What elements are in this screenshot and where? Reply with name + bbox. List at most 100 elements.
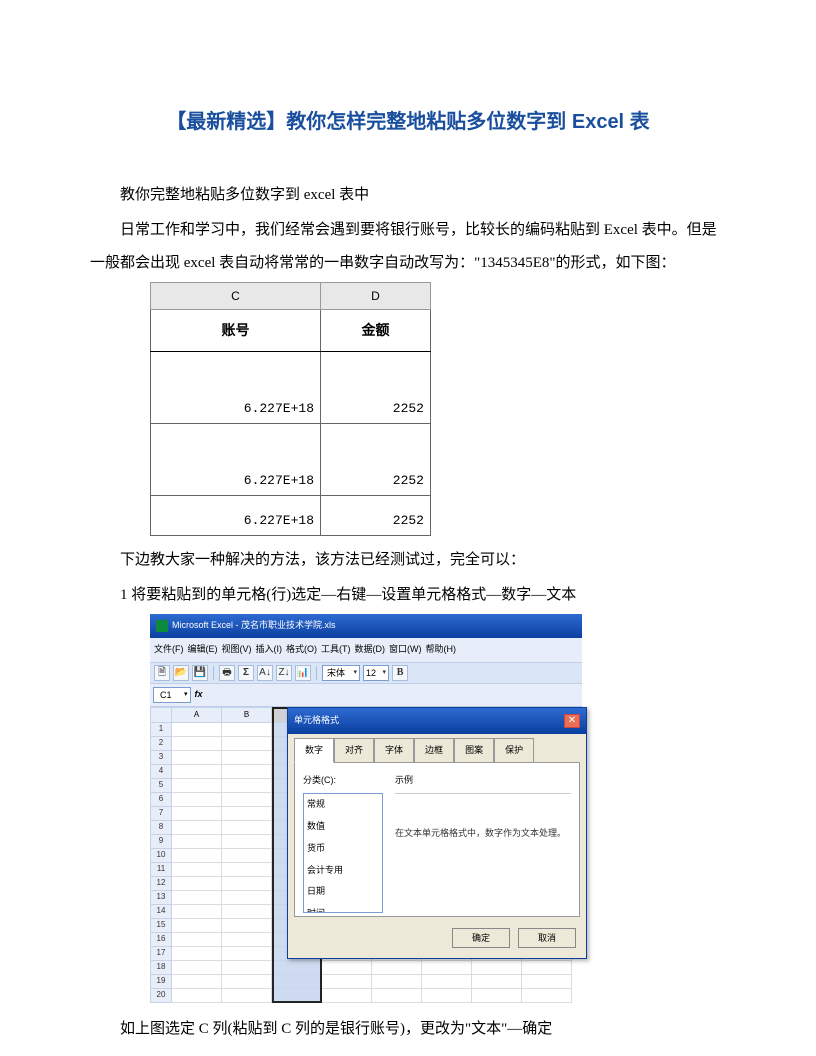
tab-border[interactable]: 边框	[414, 738, 454, 764]
select-all-corner[interactable]	[150, 707, 172, 723]
col-a[interactable]: A	[172, 707, 222, 723]
menu-item[interactable]: 窗口(W)	[389, 640, 422, 660]
cell[interactable]	[422, 975, 472, 989]
cell[interactable]	[222, 849, 272, 863]
cell[interactable]	[172, 793, 222, 807]
menu-item[interactable]: 编辑(E)	[188, 640, 218, 660]
tab-pattern[interactable]: 图案	[454, 738, 494, 764]
font-name-combo[interactable]: 宋体	[322, 665, 360, 681]
row-header[interactable]: 18	[150, 961, 172, 975]
cell[interactable]	[222, 905, 272, 919]
cell[interactable]	[172, 807, 222, 821]
close-icon[interactable]: ✕	[564, 714, 580, 728]
excel-formula-bar[interactable]: C1 fx	[150, 684, 582, 707]
row-header[interactable]: 17	[150, 947, 172, 961]
cell[interactable]	[172, 723, 222, 737]
excel-toolbar[interactable]: 🗎 📂 💾 🖶 Σ A↓ Z↓ 📊 宋体 12 B	[150, 663, 582, 684]
cancel-button[interactable]: 取消	[518, 928, 576, 948]
menu-item[interactable]: 数据(D)	[355, 640, 386, 660]
name-box[interactable]: C1	[153, 687, 191, 703]
menu-item[interactable]: 工具(T)	[321, 640, 351, 660]
row-header[interactable]: 20	[150, 989, 172, 1003]
menu-item[interactable]: 格式(O)	[286, 640, 317, 660]
row-header[interactable]: 12	[150, 877, 172, 891]
cell[interactable]	[172, 975, 222, 989]
cell[interactable]	[172, 961, 222, 975]
cell[interactable]	[222, 793, 272, 807]
cell[interactable]	[172, 905, 222, 919]
cell[interactable]	[172, 849, 222, 863]
row-header[interactable]: 2	[150, 737, 172, 751]
category-item[interactable]: 货币	[304, 838, 382, 860]
row-header[interactable]: 15	[150, 919, 172, 933]
cell[interactable]	[222, 891, 272, 905]
row-header[interactable]: 3	[150, 751, 172, 765]
row-header[interactable]: 8	[150, 821, 172, 835]
cell[interactable]	[222, 821, 272, 835]
excel-menubar[interactable]: 文件(F) 编辑(E) 视图(V) 插入(I) 格式(O) 工具(T) 数据(D…	[150, 638, 582, 663]
cell[interactable]	[422, 989, 472, 1003]
fx-icon[interactable]: fx	[195, 685, 203, 705]
cell[interactable]	[472, 975, 522, 989]
menu-item[interactable]: 插入(I)	[256, 640, 283, 660]
row-header[interactable]: 10	[150, 849, 172, 863]
cell[interactable]	[372, 975, 422, 989]
cell[interactable]	[222, 723, 272, 737]
cell[interactable]	[322, 961, 372, 975]
row-header[interactable]: 9	[150, 835, 172, 849]
row-header[interactable]: 19	[150, 975, 172, 989]
cell[interactable]	[222, 737, 272, 751]
cell[interactable]	[222, 989, 272, 1003]
cell[interactable]	[172, 737, 222, 751]
cell[interactable]	[222, 947, 272, 961]
save-icon[interactable]: 💾	[192, 665, 208, 681]
cell[interactable]	[222, 779, 272, 793]
row-header[interactable]: 13	[150, 891, 172, 905]
cell[interactable]	[172, 821, 222, 835]
cell[interactable]	[172, 919, 222, 933]
print-icon[interactable]: 🖶	[219, 665, 235, 681]
cell[interactable]	[372, 961, 422, 975]
cell[interactable]	[222, 975, 272, 989]
format-cells-dialog[interactable]: 单元格格式 ✕ 数字 对齐 字体 边框 图案 保护 分类(C): 常规数值货币会…	[287, 707, 587, 960]
cell[interactable]	[172, 947, 222, 961]
cell[interactable]	[172, 877, 222, 891]
cell[interactable]	[322, 989, 372, 1003]
cell[interactable]	[222, 919, 272, 933]
cell[interactable]	[222, 751, 272, 765]
dialog-titlebar[interactable]: 单元格格式 ✕	[288, 708, 586, 734]
cell[interactable]	[172, 765, 222, 779]
col-b[interactable]: B	[222, 707, 272, 723]
cell[interactable]	[172, 779, 222, 793]
cell[interactable]	[522, 975, 572, 989]
tab-font[interactable]: 字体	[374, 738, 414, 764]
ok-button[interactable]: 确定	[452, 928, 510, 948]
cell[interactable]	[172, 863, 222, 877]
category-item[interactable]: 会计专用	[304, 860, 382, 882]
cell[interactable]	[222, 933, 272, 947]
cell[interactable]	[222, 961, 272, 975]
cell[interactable]	[172, 989, 222, 1003]
menu-item[interactable]: 文件(F)	[154, 640, 184, 660]
open-icon[interactable]: 📂	[173, 665, 189, 681]
category-item[interactable]: 时间	[304, 903, 382, 913]
menu-item[interactable]: 视图(V)	[222, 640, 252, 660]
cell[interactable]	[472, 961, 522, 975]
row-header[interactable]: 16	[150, 933, 172, 947]
category-item[interactable]: 日期	[304, 881, 382, 903]
tab-alignment[interactable]: 对齐	[334, 738, 374, 764]
cell[interactable]	[522, 961, 572, 975]
tab-number[interactable]: 数字	[294, 738, 334, 764]
cell[interactable]	[222, 765, 272, 779]
cell[interactable]	[222, 863, 272, 877]
row-header[interactable]: 7	[150, 807, 172, 821]
cell[interactable]	[222, 877, 272, 891]
cell[interactable]	[522, 989, 572, 1003]
cell[interactable]	[422, 961, 472, 975]
cell[interactable]	[172, 891, 222, 905]
sort-asc-icon[interactable]: A↓	[257, 665, 273, 681]
row-header[interactable]: 11	[150, 863, 172, 877]
dialog-tabs[interactable]: 数字 对齐 字体 边框 图案 保护	[288, 734, 586, 764]
cell[interactable]	[222, 835, 272, 849]
row-header[interactable]: 5	[150, 779, 172, 793]
